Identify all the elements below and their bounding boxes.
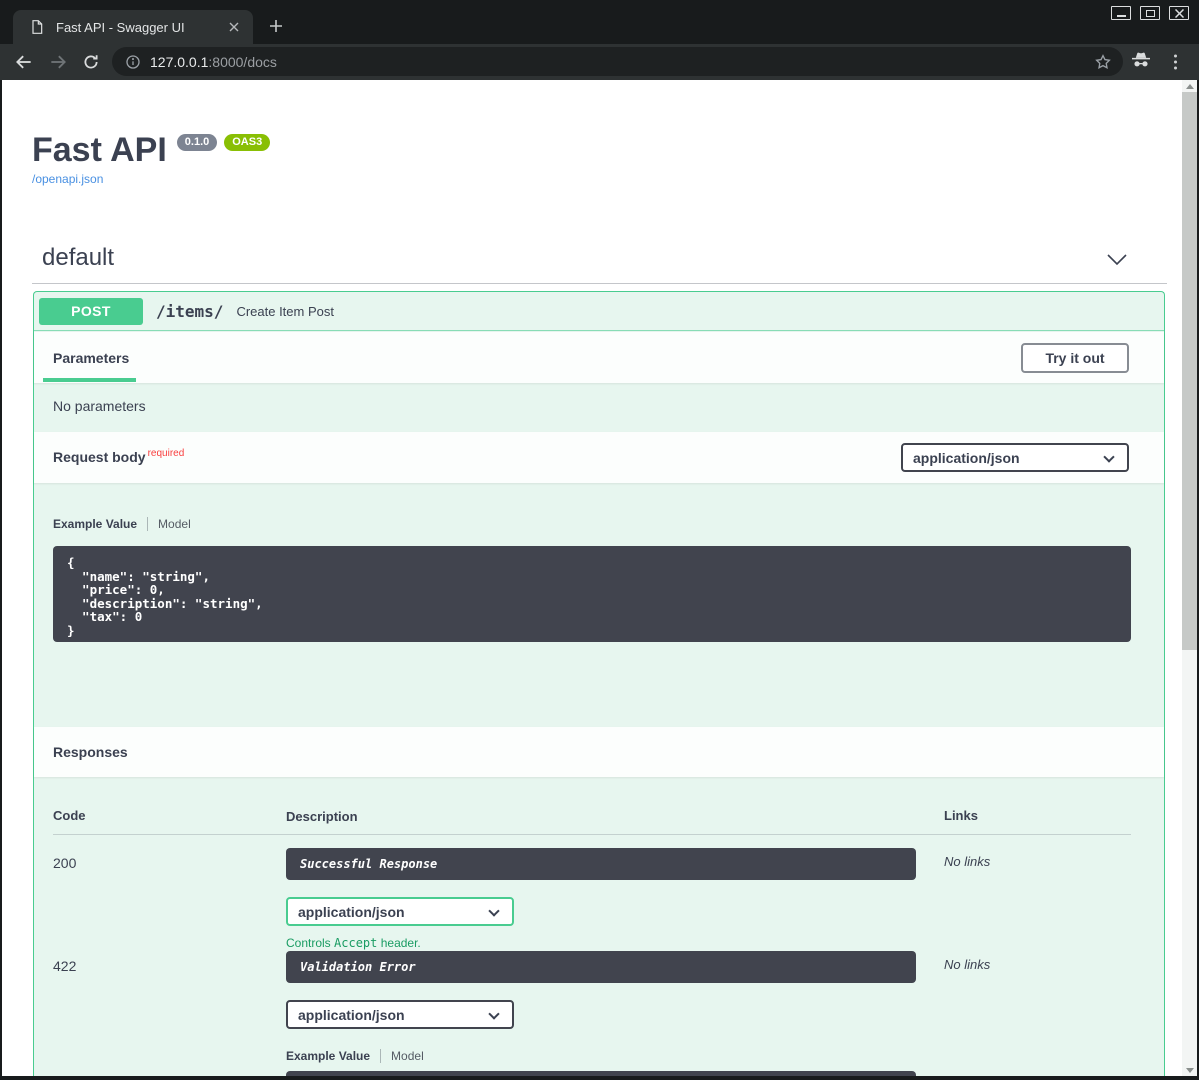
response-code-422: 422 xyxy=(53,958,76,974)
browser-titlebar: Fast API - Swagger UI xyxy=(0,0,1199,44)
reload-icon xyxy=(82,53,100,71)
tab-separator xyxy=(380,1049,381,1063)
url-bar[interactable]: 127.0.0.1:8000/docs xyxy=(112,47,1123,76)
required-label: required xyxy=(148,448,185,459)
response-422-description: Validation Error xyxy=(300,960,416,974)
parameters-section-header: Parameters Try it out xyxy=(34,332,1164,383)
triangle-down-icon xyxy=(1186,1068,1194,1073)
url-host: 127.0.0.1 xyxy=(150,54,208,70)
request-body-label: Request body xyxy=(53,449,146,465)
tag-section-header[interactable]: default xyxy=(0,240,1199,282)
browser-tab[interactable]: Fast API - Swagger UI xyxy=(13,10,253,44)
controls-accept-header-note: Controls Accept header. xyxy=(286,936,421,950)
chevron-down-icon xyxy=(488,1008,499,1019)
no-parameters-text: No parameters xyxy=(53,398,146,414)
document-icon xyxy=(29,19,45,35)
tab-example-value[interactable]: Example Value xyxy=(286,1049,370,1063)
response-422-description-box: Validation Error xyxy=(286,951,916,983)
response-422-links: No links xyxy=(944,957,990,972)
response-422-media-type-select[interactable]: application/json xyxy=(286,1000,514,1029)
oas3-badge: OAS3 xyxy=(224,134,270,151)
tab-model[interactable]: Model xyxy=(391,1049,424,1063)
url-text: 127.0.0.1:8000/docs xyxy=(150,54,1093,70)
api-header: Fast API 0.1.0 OAS3 xyxy=(32,130,270,170)
triangle-up-icon xyxy=(1186,84,1194,89)
url-path: :8000/docs xyxy=(208,54,277,70)
chevron-down-icon xyxy=(1103,451,1114,462)
response-200-description: Successful Response xyxy=(300,857,437,871)
window-maximize-button[interactable] xyxy=(1140,6,1160,20)
scrollbar-down-button[interactable] xyxy=(1182,1064,1197,1076)
window-border-left xyxy=(0,80,2,1080)
request-body-example-tabs: Example Value Model xyxy=(53,517,191,531)
example-json: { "name": "string", "price": 0, "descrip… xyxy=(67,556,1117,637)
close-icon xyxy=(229,22,239,32)
post-items-opblock: POST /items/ Create Item Post Parameters… xyxy=(33,291,1165,1076)
chevron-down-icon[interactable] xyxy=(1106,253,1128,271)
info-icon[interactable] xyxy=(125,54,141,70)
response-200-links: No links xyxy=(944,854,990,869)
incognito-icon xyxy=(1130,51,1152,74)
request-body-label-wrap: Request bodyrequired xyxy=(53,449,184,467)
scrollbar-up-button[interactable] xyxy=(1182,80,1197,92)
kebab-menu-icon xyxy=(1174,55,1177,58)
request-body-media-type-select[interactable]: application/json xyxy=(901,443,1129,472)
tab-parameters[interactable]: Parameters xyxy=(53,350,129,366)
selected-media-type: application/json xyxy=(298,1007,405,1023)
response-200-media-type-select[interactable]: application/json xyxy=(286,897,514,926)
selected-media-type: application/json xyxy=(913,450,1020,466)
maximize-icon xyxy=(1146,10,1155,17)
browser-menu-button[interactable] xyxy=(1168,53,1183,72)
version-badge: 0.1.0 xyxy=(177,134,217,151)
post-method-badge: POST xyxy=(39,298,143,325)
back-arrow-icon xyxy=(14,52,34,72)
window-controls xyxy=(1111,6,1189,20)
forward-arrow-icon xyxy=(48,52,68,72)
window-minimize-button[interactable] xyxy=(1111,6,1131,20)
request-body-example-code: { "name": "string", "price": 0, "descrip… xyxy=(53,546,1131,642)
tag-divider xyxy=(32,283,1167,284)
try-it-out-button[interactable]: Try it out xyxy=(1021,343,1129,373)
forward-button[interactable] xyxy=(48,52,68,72)
responses-section-header: Responses xyxy=(34,727,1164,777)
tab-example-value[interactable]: Example Value xyxy=(53,517,137,531)
response-code-200: 200 xyxy=(53,855,76,871)
tab-model[interactable]: Model xyxy=(158,517,191,531)
minimize-icon xyxy=(1117,15,1126,17)
chevron-down-icon xyxy=(488,905,499,916)
browser-toolbar: 127.0.0.1:8000/docs xyxy=(0,44,1199,80)
endpoint-path: /items/ xyxy=(156,302,223,321)
responses-title: Responses xyxy=(53,744,128,760)
close-icon xyxy=(1175,9,1184,18)
column-header-code: Code xyxy=(53,808,86,823)
back-button[interactable] xyxy=(14,52,34,72)
bookmark-button[interactable] xyxy=(1093,52,1113,72)
swagger-page: Fast API 0.1.0 OAS3 /openapi.json defaul… xyxy=(0,80,1199,1076)
api-badges: 0.1.0 OAS3 xyxy=(177,134,270,151)
response-422-example-tabs: Example Value Model xyxy=(286,1049,424,1063)
table-header-border xyxy=(53,834,1131,835)
tag-name: default xyxy=(42,244,114,272)
page-scrollbar[interactable] xyxy=(1182,80,1197,1076)
window-border-bottom xyxy=(0,1076,1199,1080)
request-body-section-header: Request bodyrequired application/json xyxy=(34,432,1164,483)
new-tab-button[interactable] xyxy=(266,16,286,36)
reload-button[interactable] xyxy=(82,53,100,71)
star-icon xyxy=(1094,53,1112,71)
window-close-button[interactable] xyxy=(1169,6,1189,20)
response-200-description-box: Successful Response xyxy=(286,848,916,880)
tab-title: Fast API - Swagger UI xyxy=(56,20,225,35)
endpoint-summary: Create Item Post xyxy=(236,304,334,319)
selected-media-type: application/json xyxy=(298,904,405,920)
tab-close-button[interactable] xyxy=(225,18,243,36)
plus-icon xyxy=(269,19,283,33)
column-header-description: Description xyxy=(286,809,358,824)
page-title: Fast API xyxy=(32,130,167,170)
tab-separator xyxy=(147,517,148,531)
scrollbar-thumb[interactable] xyxy=(1182,92,1197,650)
column-header-links: Links xyxy=(944,808,978,823)
openapi-spec-link[interactable]: /openapi.json xyxy=(32,172,103,186)
opblock-summary[interactable]: POST /items/ Create Item Post xyxy=(34,292,1164,331)
